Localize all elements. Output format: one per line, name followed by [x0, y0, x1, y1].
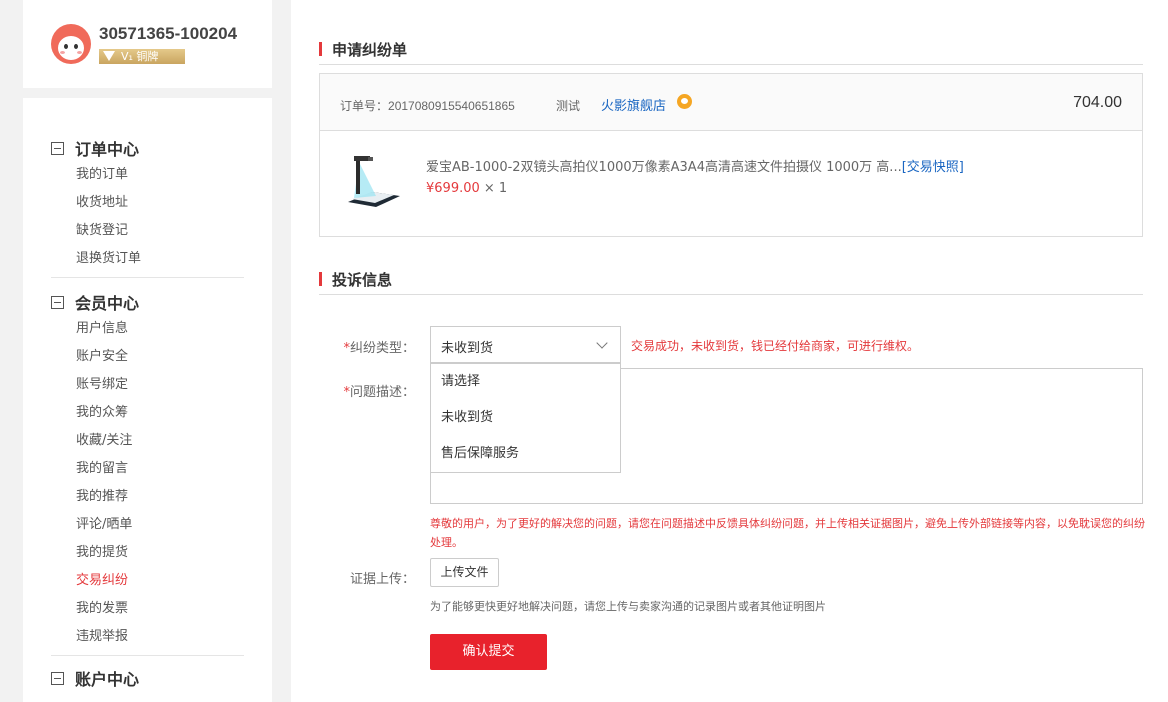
dropdown-option[interactable]: 未收到货: [431, 400, 620, 436]
member-level-label: V₁ 铜牌: [121, 50, 159, 63]
sidebar-item-user-info[interactable]: 用户信息: [51, 315, 244, 343]
price-line: ¥699.00 × 1: [426, 181, 507, 196]
chevron-down-icon: [596, 337, 608, 349]
sidebar-item-disputes[interactable]: 交易纠纷: [51, 567, 244, 595]
submit-button[interactable]: 确认提交: [430, 634, 547, 670]
sidebar-item-report[interactable]: 违规举报: [51, 623, 244, 651]
sidebar-item-returns[interactable]: 退换货订单: [51, 245, 244, 273]
sidebar-item-recommend[interactable]: 我的推荐: [51, 483, 244, 511]
accent-bar: [319, 42, 322, 56]
sidebar-item-my-orders[interactable]: 我的订单: [51, 161, 244, 189]
member-level-badge: V₁ 铜牌: [99, 49, 185, 64]
order-number: 订单号：2017080915540651865: [340, 97, 515, 114]
order-total: 704.00: [1073, 94, 1122, 111]
collapse-icon[interactable]: [51, 141, 64, 155]
sidebar-menu: 订单中心 我的订单 收货地址 缺货登记 退换货订单 会员中心 用户信息 账户安全…: [23, 98, 272, 702]
product-title-text: 爱宝AB-1000-2双镜头高拍仪1000万像素A3A4高清高速文件拍摄仪 10…: [426, 160, 902, 175]
sidebar-item-invoices[interactable]: 我的发票: [51, 595, 244, 623]
seller-name: 测试: [556, 99, 581, 113]
dropdown-option[interactable]: 请选择: [431, 364, 620, 400]
sidebar-item-stockout[interactable]: 缺货登记: [51, 217, 244, 245]
trade-snapshot-link[interactable]: [交易快照]: [902, 160, 964, 175]
complaint-section-header: 投诉信息: [319, 265, 1143, 295]
section-title-label: 订单中心: [75, 140, 140, 159]
collapse-icon[interactable]: [51, 671, 64, 685]
upload-tip: 为了能够更快更好地解决问题，请您上传与卖家沟通的记录图片或者其他证明图片: [430, 600, 826, 613]
menu-section-member: 会员中心 用户信息 账户安全 账号绑定 我的众筹 收藏/关注 我的留言 我的推荐…: [51, 292, 244, 656]
user-card: 30571365-100204 V₁ 铜牌: [23, 0, 272, 88]
sidebar-item-favorites[interactable]: 收藏/关注: [51, 427, 244, 455]
main-panel: 申请纠纷单 订单号：2017080915540651865 测试 火影旗舰店 7…: [291, 0, 1168, 702]
chat-icon[interactable]: [677, 94, 692, 109]
dispute-type-select[interactable]: 未收到货: [430, 326, 621, 363]
sidebar-item-messages[interactable]: 我的留言: [51, 455, 244, 483]
section-title-label: 账户中心: [75, 670, 140, 689]
order-card: 订单号：2017080915540651865 测试 火影旗舰店 704.00 …: [319, 73, 1143, 237]
product-image[interactable]: [342, 152, 404, 214]
diamond-icon: [103, 51, 115, 61]
sidebar-item-crowdfunding[interactable]: 我的众筹: [51, 399, 244, 427]
description-label: *问题描述：: [343, 385, 415, 400]
product-title: 爱宝AB-1000-2双镜头高拍仪1000万像素A3A4高清高速文件拍摄仪 10…: [426, 156, 964, 175]
dispute-section-header: 申请纠纷单: [319, 35, 1143, 65]
sidebar-item-address[interactable]: 收货地址: [51, 189, 244, 217]
section-title-member[interactable]: 会员中心: [51, 292, 244, 313]
accent-bar: [319, 272, 322, 286]
section-title-account[interactable]: 账户中心: [51, 668, 244, 689]
dispute-type-value: 未收到货: [441, 341, 494, 356]
order-header: 订单号：2017080915540651865 测试 火影旗舰店 704.00: [320, 74, 1142, 131]
dispute-type-label: *纠纷类型：: [343, 341, 415, 356]
sidebar-item-pickup[interactable]: 我的提货: [51, 539, 244, 567]
dispute-type-dropdown: 请选择 未收到货 售后保障服务: [430, 363, 621, 473]
order-number-value: 2017080915540651865: [388, 99, 515, 113]
upload-label: 证据上传：: [349, 572, 415, 587]
menu-section-order: 订单中心 我的订单 收货地址 缺货登记 退换货订单: [51, 138, 244, 278]
dispute-type-hint: 交易成功，未收到货，钱已经付给商家，可进行维权。: [631, 339, 920, 353]
product-price: ¥699.00: [426, 181, 480, 196]
upload-file-button[interactable]: 上传文件: [430, 558, 499, 587]
product-quantity: × 1: [479, 181, 508, 196]
sidebar-item-account-security[interactable]: 账户安全: [51, 343, 244, 371]
divider: [51, 655, 244, 656]
sidebar-item-reviews[interactable]: 评论/晒单: [51, 511, 244, 539]
dispute-type-label-text: 纠纷类型：: [349, 341, 415, 356]
collapse-icon[interactable]: [51, 295, 64, 309]
dispute-notice: 尊敬的用户，为了更好的解决您的问题，请您在问题描述中反馈具体纠纷问题，并上传相关…: [430, 517, 1145, 549]
order-number-label: 订单号：: [340, 99, 389, 113]
section-title-label: 会员中心: [75, 294, 140, 313]
menu-section-account: 账户中心: [51, 668, 244, 689]
section-title: 投诉信息: [332, 271, 393, 289]
section-title-order[interactable]: 订单中心: [51, 138, 244, 159]
divider: [51, 277, 244, 278]
avatar[interactable]: [51, 24, 91, 64]
sidebar-item-account-binding[interactable]: 账号绑定: [51, 371, 244, 399]
dropdown-option[interactable]: 售后保障服务: [431, 436, 620, 472]
page-title: 申请纠纷单: [332, 41, 408, 59]
description-label-text: 问题描述：: [349, 385, 415, 400]
shop-link[interactable]: 火影旗舰店: [601, 95, 666, 114]
user-id: 30571365-100204: [99, 24, 238, 43]
